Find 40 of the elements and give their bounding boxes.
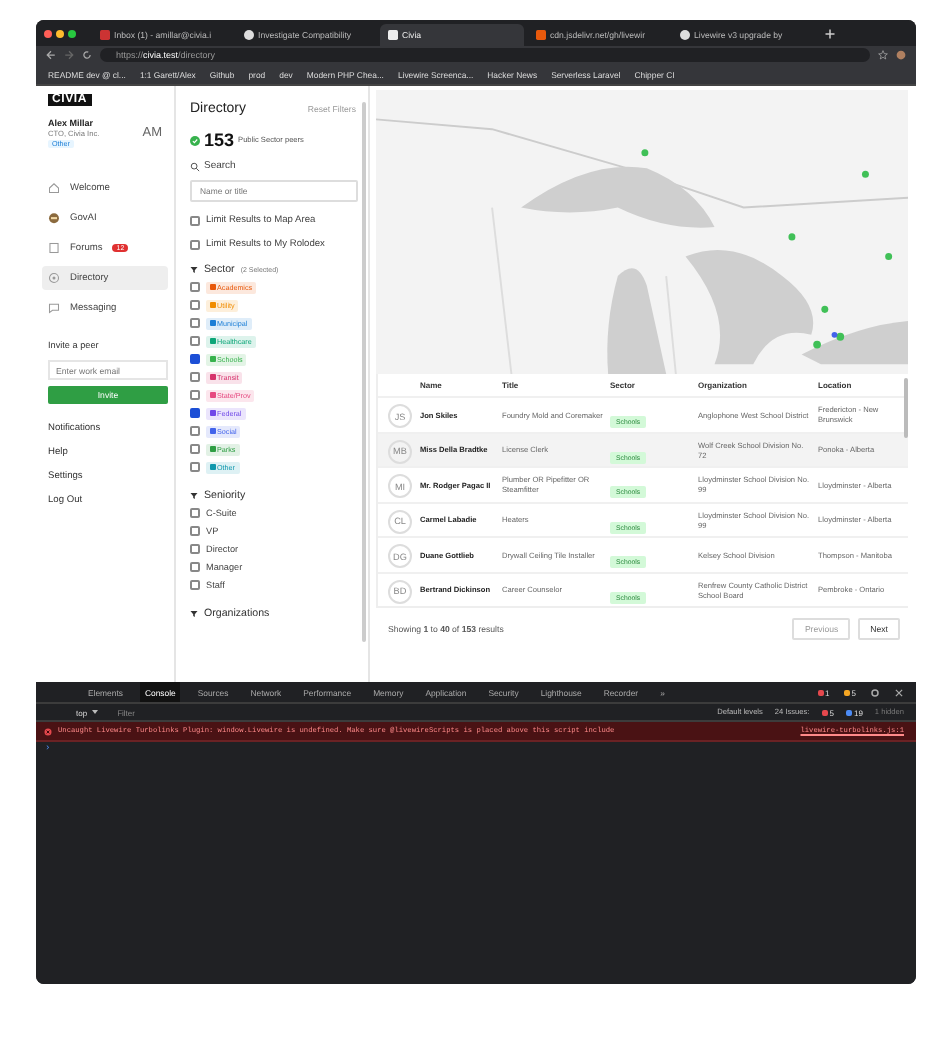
search-icon bbox=[190, 161, 200, 171]
compass-icon bbox=[48, 272, 60, 284]
checkbox[interactable] bbox=[190, 526, 200, 536]
peer-count: 153 bbox=[204, 130, 235, 150]
checkbox[interactable] bbox=[190, 336, 200, 346]
checkbox[interactable] bbox=[190, 354, 200, 364]
checkbox[interactable] bbox=[190, 580, 200, 590]
square-icon bbox=[536, 30, 546, 40]
star-icon[interactable] bbox=[878, 50, 888, 60]
checkbox[interactable] bbox=[190, 282, 200, 292]
chat-icon bbox=[48, 302, 60, 314]
document-icon bbox=[48, 242, 60, 254]
checkbox[interactable] bbox=[190, 240, 200, 250]
checkbox[interactable] bbox=[190, 508, 200, 518]
checkbox[interactable] bbox=[190, 426, 200, 436]
checkbox[interactable] bbox=[190, 462, 200, 472]
checkbox[interactable] bbox=[190, 562, 200, 572]
settings-icon[interactable] bbox=[870, 687, 880, 697]
filter-icon bbox=[190, 610, 198, 618]
checkbox[interactable] bbox=[190, 544, 200, 554]
profile-avatar-icon[interactable] bbox=[896, 50, 906, 60]
checkmark-circle-icon bbox=[190, 135, 200, 145]
back-arrow-icon[interactable] bbox=[46, 50, 56, 60]
filter-icon bbox=[190, 492, 198, 500]
caret-icon bbox=[91, 710, 98, 714]
checkbox[interactable] bbox=[190, 216, 200, 226]
error-icon bbox=[44, 727, 52, 735]
close-icon[interactable] bbox=[894, 687, 904, 697]
new-tab-icon[interactable] bbox=[824, 27, 836, 39]
checkbox[interactable] bbox=[190, 408, 200, 418]
reload-icon[interactable] bbox=[82, 50, 92, 60]
checkbox[interactable] bbox=[190, 390, 200, 400]
filter-icon bbox=[190, 266, 198, 274]
checkbox[interactable] bbox=[190, 300, 200, 310]
home-icon bbox=[48, 182, 60, 194]
forward-arrow-icon[interactable] bbox=[64, 50, 74, 60]
square-icon bbox=[388, 30, 398, 40]
checkbox[interactable] bbox=[190, 444, 200, 454]
checkbox[interactable] bbox=[190, 372, 200, 382]
checkbox[interactable] bbox=[190, 318, 200, 328]
